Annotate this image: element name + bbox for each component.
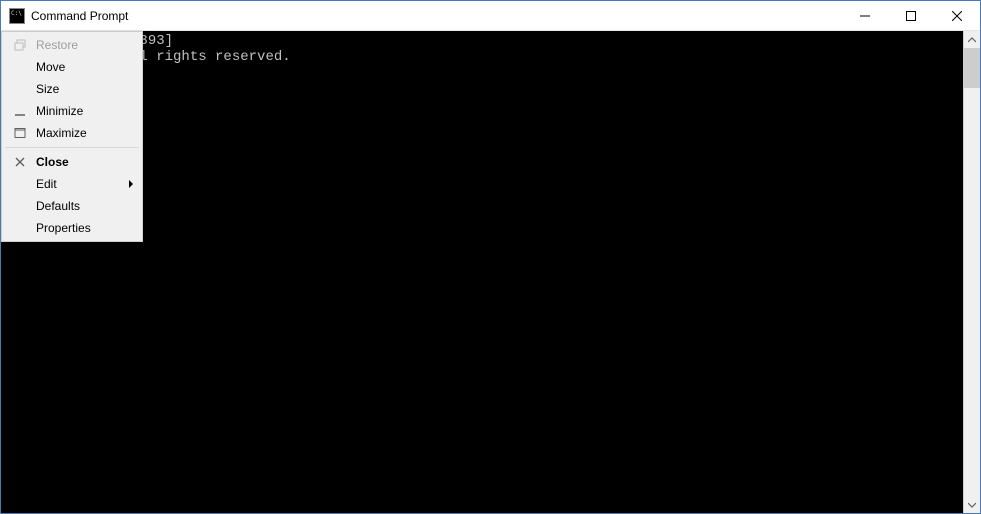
- menu-item-size[interactable]: Size: [4, 78, 140, 100]
- menu-item-maximize[interactable]: Maximize: [4, 122, 140, 144]
- scroll-up-button[interactable]: [964, 31, 980, 48]
- blank-icon: [12, 81, 28, 97]
- menu-item-edit[interactable]: Edit: [4, 173, 140, 195]
- system-menu: Restore Move Size Minimize Maximize: [1, 31, 143, 242]
- maximize-icon: [906, 11, 916, 21]
- menu-label: Minimize: [36, 104, 120, 118]
- terminal-output[interactable]: [Version 10.0.14393] Corporation. All ri…: [1, 31, 963, 513]
- menu-label: Maximize: [36, 126, 120, 140]
- minimize-icon: [12, 103, 28, 119]
- blank-icon: [12, 176, 28, 192]
- window-controls: [842, 1, 980, 30]
- titlebar: Command Prompt: [1, 1, 980, 31]
- menu-label: Edit: [36, 177, 120, 191]
- restore-icon: [12, 37, 28, 53]
- menu-item-defaults[interactable]: Defaults: [4, 195, 140, 217]
- app-icon[interactable]: [9, 8, 25, 24]
- chevron-down-icon: [968, 501, 976, 509]
- menu-item-properties[interactable]: Properties: [4, 217, 140, 239]
- scrollbar-thumb[interactable]: [964, 48, 980, 88]
- maximize-button[interactable]: [888, 1, 934, 30]
- menu-item-restore: Restore: [4, 34, 140, 56]
- menu-item-minimize[interactable]: Minimize: [4, 100, 140, 122]
- menu-label: Size: [36, 82, 120, 96]
- close-icon: [12, 154, 28, 170]
- chevron-up-icon: [968, 36, 976, 44]
- maximize-icon: [12, 125, 28, 141]
- menu-label: Restore: [36, 38, 120, 52]
- blank-icon: [12, 220, 28, 236]
- vertical-scrollbar[interactable]: [963, 31, 980, 513]
- menu-label: Move: [36, 60, 120, 74]
- menu-label: Close: [36, 155, 120, 169]
- menu-label: Properties: [36, 221, 120, 235]
- scroll-down-button[interactable]: [964, 496, 980, 513]
- close-icon: [952, 11, 962, 21]
- scrollbar-track[interactable]: [964, 48, 980, 496]
- window-title: Command Prompt: [31, 9, 842, 23]
- menu-separator: [5, 147, 139, 148]
- blank-icon: [12, 59, 28, 75]
- menu-item-close[interactable]: Close: [4, 151, 140, 173]
- minimize-icon: [860, 11, 870, 21]
- menu-item-move[interactable]: Move: [4, 56, 140, 78]
- blank-icon: [12, 198, 28, 214]
- minimize-button[interactable]: [842, 1, 888, 30]
- submenu-arrow-icon: [128, 180, 134, 188]
- menu-label: Defaults: [36, 199, 120, 213]
- close-button[interactable]: [934, 1, 980, 30]
- client-area: [Version 10.0.14393] Corporation. All ri…: [1, 31, 980, 513]
